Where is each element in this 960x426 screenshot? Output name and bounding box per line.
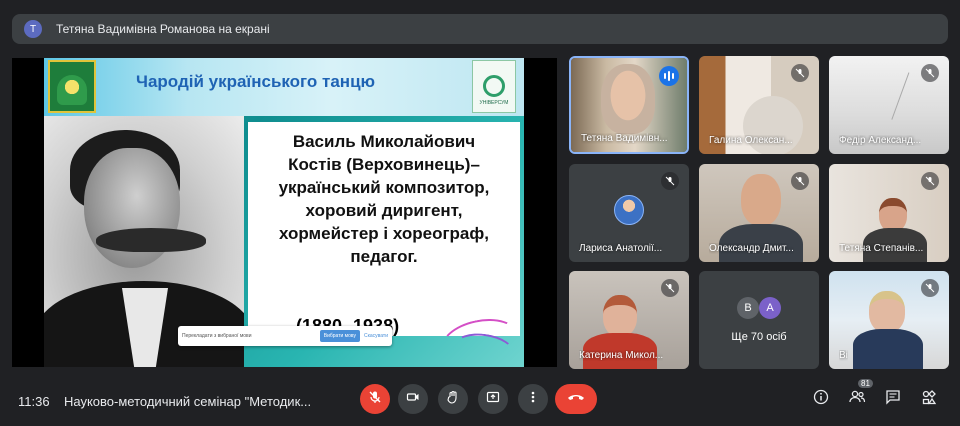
meeting-details-button[interactable] (810, 388, 832, 410)
activities-icon (921, 389, 937, 410)
info-icon (813, 389, 829, 410)
participant-tile[interactable]: Тетяна Степанів... (829, 164, 949, 262)
camera-toggle-button[interactable] (398, 384, 428, 414)
mic-off-icon (368, 390, 382, 409)
logo-right-label: УНІВЕРСУМ (479, 100, 509, 106)
control-bar: 11:36 Науково-методичний семінар "Методи… (0, 378, 960, 426)
participant-tile[interactable]: Тетяна Вадимівн... (569, 56, 689, 154)
participant-tile[interactable]: Галина Олексан... (699, 56, 819, 154)
participant-avatar (614, 195, 644, 225)
present-icon (486, 390, 500, 409)
participant-name: Лариса Анатолії... (579, 243, 663, 254)
institution-logo-right: УНІВЕРСУМ (472, 60, 516, 113)
slide-header: Чародій українського танцю УНІВЕРСУМ (44, 58, 524, 116)
more-participants-tile[interactable]: В А Ще 70 осіб (699, 271, 819, 369)
mic-off-icon (921, 64, 939, 82)
mic-off-icon (921, 172, 939, 190)
bio-card: Василь Миколайович Костів (Верховинець)–… (248, 122, 520, 336)
people-button[interactable] (846, 388, 868, 410)
presenter-avatar: Т (24, 20, 42, 38)
chat-button[interactable] (882, 388, 904, 410)
bio-line: хоровий диригент, (305, 201, 463, 220)
more-avatar: В (737, 297, 759, 319)
activities-button[interactable] (918, 388, 940, 410)
participant-name: Тетяна Вадимівн... (581, 133, 668, 144)
participant-name: Катерина Микол... (579, 350, 664, 361)
slide-title: Чародій українського танцю (136, 72, 376, 91)
mic-off-icon (921, 279, 939, 297)
participant-tile[interactable]: Федір Александ... (829, 56, 949, 154)
participant-tile[interactable]: Катерина Микол... (569, 271, 689, 369)
bio-line: український композитор, (278, 178, 490, 197)
hand-icon (446, 390, 460, 409)
camera-icon (406, 390, 420, 409)
present-screen-button[interactable] (478, 384, 508, 414)
translate-bar: Перекладати з вибраної мови Вибрати мову… (178, 326, 392, 346)
clock: 11:36 (18, 394, 50, 409)
speaking-indicator-icon (659, 66, 679, 86)
participant-name: Галина Олексан... (709, 135, 793, 146)
participant-name: Тетяна Степанів... (839, 243, 924, 254)
presenter-banner-text: Тетяна Вадимівна Романова на екрані (56, 22, 270, 36)
chat-icon (885, 389, 901, 410)
mic-toggle-button[interactable] (360, 384, 390, 414)
translate-message: Перекладати з вибраної мови (182, 333, 252, 339)
translate-cancel-button[interactable]: Скасувати (364, 333, 388, 339)
translate-select-button[interactable]: Вибрати мову (319, 330, 360, 342)
bio-text: Василь Миколайович Костів (Верховинець)–… (248, 130, 520, 268)
mic-off-icon (791, 172, 809, 190)
meet-window: Т Тетяна Вадимівна Романова на екрані Ча… (0, 0, 960, 426)
bio-line: хормейстер і хореограф, (278, 224, 489, 243)
mic-off-icon (791, 64, 809, 82)
participant-face (601, 64, 655, 134)
people-icon (848, 389, 866, 410)
mic-off-icon (661, 279, 679, 297)
participant-name: Олександр Дмит... (709, 243, 794, 254)
participant-name: Федір Александ... (839, 135, 922, 146)
people-count-badge: 81 (858, 379, 873, 388)
presentation-slide: Чародій українського танцю УНІВЕРСУМ Вас… (44, 58, 524, 367)
bio-line: Костів (Верховинець)– (288, 155, 480, 174)
more-vert-icon (526, 390, 540, 409)
leave-call-button[interactable] (555, 384, 597, 414)
meeting-title[interactable]: Науково-методичний семінар "Методик... (64, 394, 311, 409)
bio-line: педагог. (350, 247, 418, 266)
end-call-icon (567, 390, 585, 408)
bio-line: Василь Миколайович (292, 132, 476, 151)
participant-name: Ві (839, 350, 848, 361)
more-participants-text: Ще 70 осіб (731, 331, 787, 343)
participant-tile[interactable]: Олександр Дмит... (699, 164, 819, 262)
raise-hand-button[interactable] (438, 384, 468, 414)
more-avatar: А (759, 297, 781, 319)
participant-tile[interactable]: Лариса Анатолії... (569, 164, 689, 262)
presenter-banner: Т Тетяна Вадимівна Романова на екрані (12, 14, 948, 44)
institution-logo-left (48, 60, 96, 113)
shared-screen: Чародій українського танцю УНІВЕРСУМ Вас… (12, 58, 557, 367)
participant-tile[interactable]: Ві (829, 271, 949, 369)
more-options-button[interactable] (518, 384, 548, 414)
mic-off-icon (661, 172, 679, 190)
